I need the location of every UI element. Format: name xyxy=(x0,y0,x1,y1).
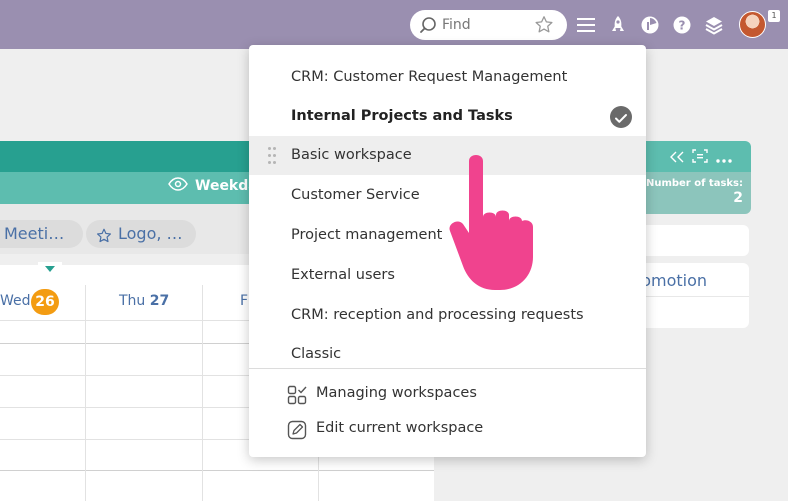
star-icon[interactable] xyxy=(533,14,555,40)
kanban-column-stats: Number of tasks: 2 xyxy=(640,172,751,214)
menu-item-internal-projects[interactable]: Internal Projects and Tasks xyxy=(249,97,646,136)
rocket-icon[interactable] xyxy=(607,14,629,36)
menu-divider xyxy=(249,368,646,369)
tasks-count-label: Number of tasks: xyxy=(645,178,743,189)
star-icon xyxy=(95,226,113,254)
stats-icon[interactable] xyxy=(639,14,661,36)
collapse-icon[interactable] xyxy=(670,148,684,167)
search-icon xyxy=(419,16,437,38)
edit-icon xyxy=(287,419,307,454)
pointer-hand-icon xyxy=(447,150,547,296)
notification-badge: 1 xyxy=(768,10,780,22)
menu-item-crm-requests[interactable]: CRM: reception and processing requests xyxy=(249,296,646,335)
help-icon[interactable]: ? xyxy=(671,14,693,36)
more-icon[interactable] xyxy=(716,148,732,167)
select-icon[interactable] xyxy=(692,148,708,167)
day-header-fri[interactable]: F xyxy=(240,293,248,309)
filter-chip[interactable]: Logo, … xyxy=(86,220,196,248)
top-bar: Find ? 1 xyxy=(0,0,788,49)
svg-text:?: ? xyxy=(679,19,686,33)
search-box[interactable]: Find xyxy=(410,10,567,40)
drag-handle-icon[interactable] xyxy=(268,147,276,165)
filter-chip-label: Logo, … xyxy=(118,224,183,243)
day-header-thu[interactable]: Thu 27 xyxy=(119,293,169,309)
menu-item-crm[interactable]: CRM: Customer Request Management xyxy=(249,58,646,97)
filter-chip[interactable]: Meeti… xyxy=(0,220,83,248)
collapse-toggle[interactable] xyxy=(38,262,62,275)
filter-chip-label: Meeti… xyxy=(4,224,65,243)
checkmark-icon xyxy=(610,106,632,128)
search-input[interactable]: Find xyxy=(442,17,471,33)
today-badge: 26 xyxy=(31,289,59,315)
managing-workspaces-button[interactable]: Managing workspaces xyxy=(249,376,646,411)
view-selector[interactable]: Weekda xyxy=(168,177,258,195)
edit-workspace-button[interactable]: Edit current workspace xyxy=(249,411,646,446)
eye-icon xyxy=(168,177,188,195)
tasks-count: 2 xyxy=(733,190,743,206)
column-toolbar xyxy=(670,148,732,167)
day-header-wed[interactable]: Wed xyxy=(0,293,31,309)
user-avatar[interactable] xyxy=(739,11,766,38)
menu-icon[interactable] xyxy=(575,14,597,36)
layers-icon[interactable] xyxy=(703,14,725,36)
